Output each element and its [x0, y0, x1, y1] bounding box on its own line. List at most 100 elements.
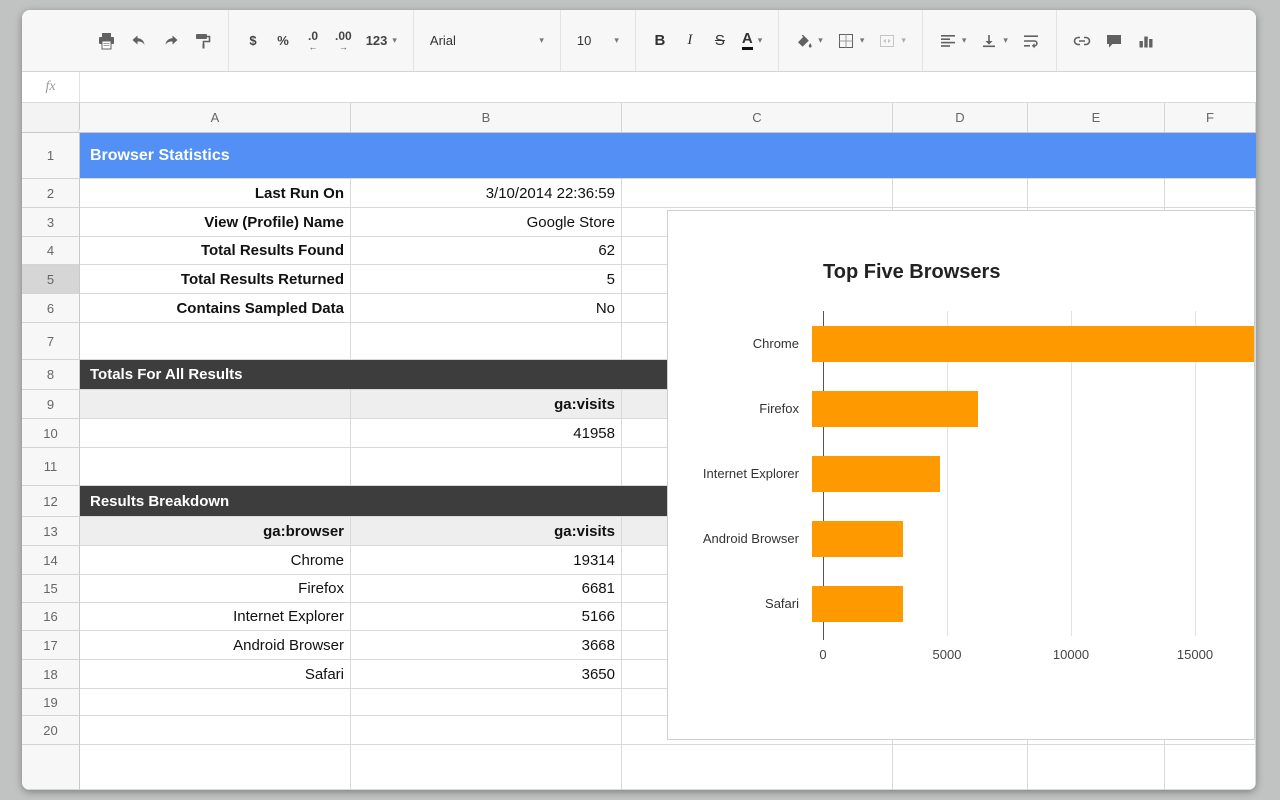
cell[interactable]: 3/10/2014 22:36:59 [351, 179, 622, 208]
row-header-12[interactable]: 12 [22, 486, 80, 517]
cell[interactable] [1028, 179, 1165, 208]
row-header-8[interactable]: 8 [22, 360, 80, 390]
column-header-B[interactable]: B [351, 103, 622, 132]
cell[interactable]: 3650 [351, 660, 622, 689]
cell[interactable]: ga:visits [351, 390, 622, 419]
cell[interactable] [622, 745, 893, 790]
fill-color-button[interactable] [788, 21, 830, 61]
cell[interactable] [1028, 745, 1165, 790]
cell[interactable] [351, 689, 622, 716]
cell[interactable]: View (Profile) Name [80, 208, 351, 237]
row-header-2[interactable]: 2 [22, 179, 80, 208]
insert-chart-button[interactable] [1130, 21, 1162, 61]
font-family-select[interactable]: Arial [423, 21, 551, 61]
row-header-17[interactable]: 17 [22, 631, 80, 660]
row-header-1[interactable]: 1 [22, 133, 80, 179]
row-header-7[interactable]: 7 [22, 323, 80, 360]
cell[interactable]: Safari [80, 660, 351, 689]
cell[interactable] [80, 745, 351, 790]
format-percent-button[interactable]: % [268, 21, 298, 61]
bar-firefox[interactable] [812, 391, 978, 427]
column-header-D[interactable]: D [893, 103, 1028, 132]
cell[interactable] [351, 323, 622, 360]
cell[interactable]: Chrome [80, 546, 351, 575]
row-header-9[interactable]: 9 [22, 390, 80, 419]
cell[interactable] [80, 448, 351, 486]
wrap-text-button[interactable] [1015, 21, 1047, 61]
cell[interactable]: Firefox [80, 575, 351, 603]
row-header-6[interactable]: 6 [22, 294, 80, 323]
more-formats-button[interactable]: 123 [359, 21, 404, 61]
cell[interactable] [351, 716, 622, 745]
cell[interactable] [80, 689, 351, 716]
insert-comment-button[interactable] [1098, 21, 1130, 61]
cell[interactable] [80, 716, 351, 745]
column-header-C[interactable]: C [622, 103, 893, 132]
insert-link-button[interactable] [1066, 21, 1098, 61]
italic-button[interactable]: I [675, 21, 705, 61]
cell[interactable] [893, 179, 1028, 208]
bar-chrome[interactable] [812, 326, 1254, 362]
cell[interactable]: 19314 [351, 546, 622, 575]
cell[interactable]: Android Browser [80, 631, 351, 660]
row-header-4[interactable]: 4 [22, 237, 80, 265]
font-size-select[interactable]: 10 [570, 21, 626, 61]
sheet-title-banner[interactable]: Browser Statistics [80, 133, 1256, 179]
borders-button[interactable] [830, 21, 872, 61]
horizontal-align-button[interactable] [932, 21, 974, 61]
cell[interactable] [1165, 745, 1256, 790]
cell[interactable] [622, 179, 893, 208]
cell[interactable]: Contains Sampled Data [80, 294, 351, 323]
embedded-chart[interactable]: Top Five Browsers ChromeFirefoxInternet … [667, 210, 1255, 740]
decrease-decimal-button[interactable]: .0← [298, 21, 328, 61]
merge-cells-button[interactable] [871, 21, 913, 61]
row-header-overflow[interactable] [22, 745, 80, 790]
row-header-5[interactable]: 5 [22, 265, 80, 294]
format-currency-button[interactable]: $ [238, 21, 268, 61]
cell[interactable] [351, 745, 622, 790]
cell[interactable]: 5166 [351, 603, 622, 631]
column-header-F[interactable]: F [1165, 103, 1256, 132]
cell[interactable]: Internet Explorer [80, 603, 351, 631]
bold-button[interactable]: B [645, 21, 675, 61]
cell[interactable]: 3668 [351, 631, 622, 660]
paint-format-button[interactable] [187, 21, 219, 61]
cell[interactable] [351, 448, 622, 486]
print-button[interactable] [90, 21, 123, 61]
column-header-A[interactable]: A [80, 103, 351, 132]
cell[interactable]: 41958 [351, 419, 622, 448]
cell[interactable]: Total Results Found [80, 237, 351, 265]
row-header-19[interactable]: 19 [22, 689, 80, 716]
cell[interactable]: Last Run On [80, 179, 351, 208]
cell[interactable] [1165, 179, 1256, 208]
row-header-15[interactable]: 15 [22, 575, 80, 603]
cell[interactable]: 6681 [351, 575, 622, 603]
redo-button[interactable] [155, 21, 187, 61]
cell[interactable] [893, 745, 1028, 790]
column-header-E[interactable]: E [1028, 103, 1165, 132]
vertical-align-button[interactable] [973, 21, 1015, 61]
row-header-18[interactable]: 18 [22, 660, 80, 689]
bar-internet-explorer[interactable] [812, 456, 940, 492]
cell[interactable]: 62 [351, 237, 622, 265]
text-color-button[interactable]: A [735, 21, 769, 61]
cell[interactable]: No [351, 294, 622, 323]
strikethrough-button[interactable]: S [705, 21, 735, 61]
cell[interactable]: Google Store [351, 208, 622, 237]
select-all-corner[interactable] [22, 103, 80, 132]
row-header-20[interactable]: 20 [22, 716, 80, 745]
row-header-13[interactable]: 13 [22, 517, 80, 546]
row-header-14[interactable]: 14 [22, 546, 80, 575]
undo-button[interactable] [123, 21, 155, 61]
increase-decimal-button[interactable]: .00→ [328, 21, 359, 61]
cell[interactable]: ga:visits [351, 517, 622, 546]
formula-input[interactable] [80, 72, 1256, 102]
row-header-10[interactable]: 10 [22, 419, 80, 448]
bar-safari[interactable] [812, 586, 903, 622]
cell[interactable] [80, 419, 351, 448]
row-header-3[interactable]: 3 [22, 208, 80, 237]
bar-android-browser[interactable] [812, 521, 903, 557]
cell[interactable] [80, 323, 351, 360]
row-header-16[interactable]: 16 [22, 603, 80, 631]
row-header-11[interactable]: 11 [22, 448, 80, 486]
